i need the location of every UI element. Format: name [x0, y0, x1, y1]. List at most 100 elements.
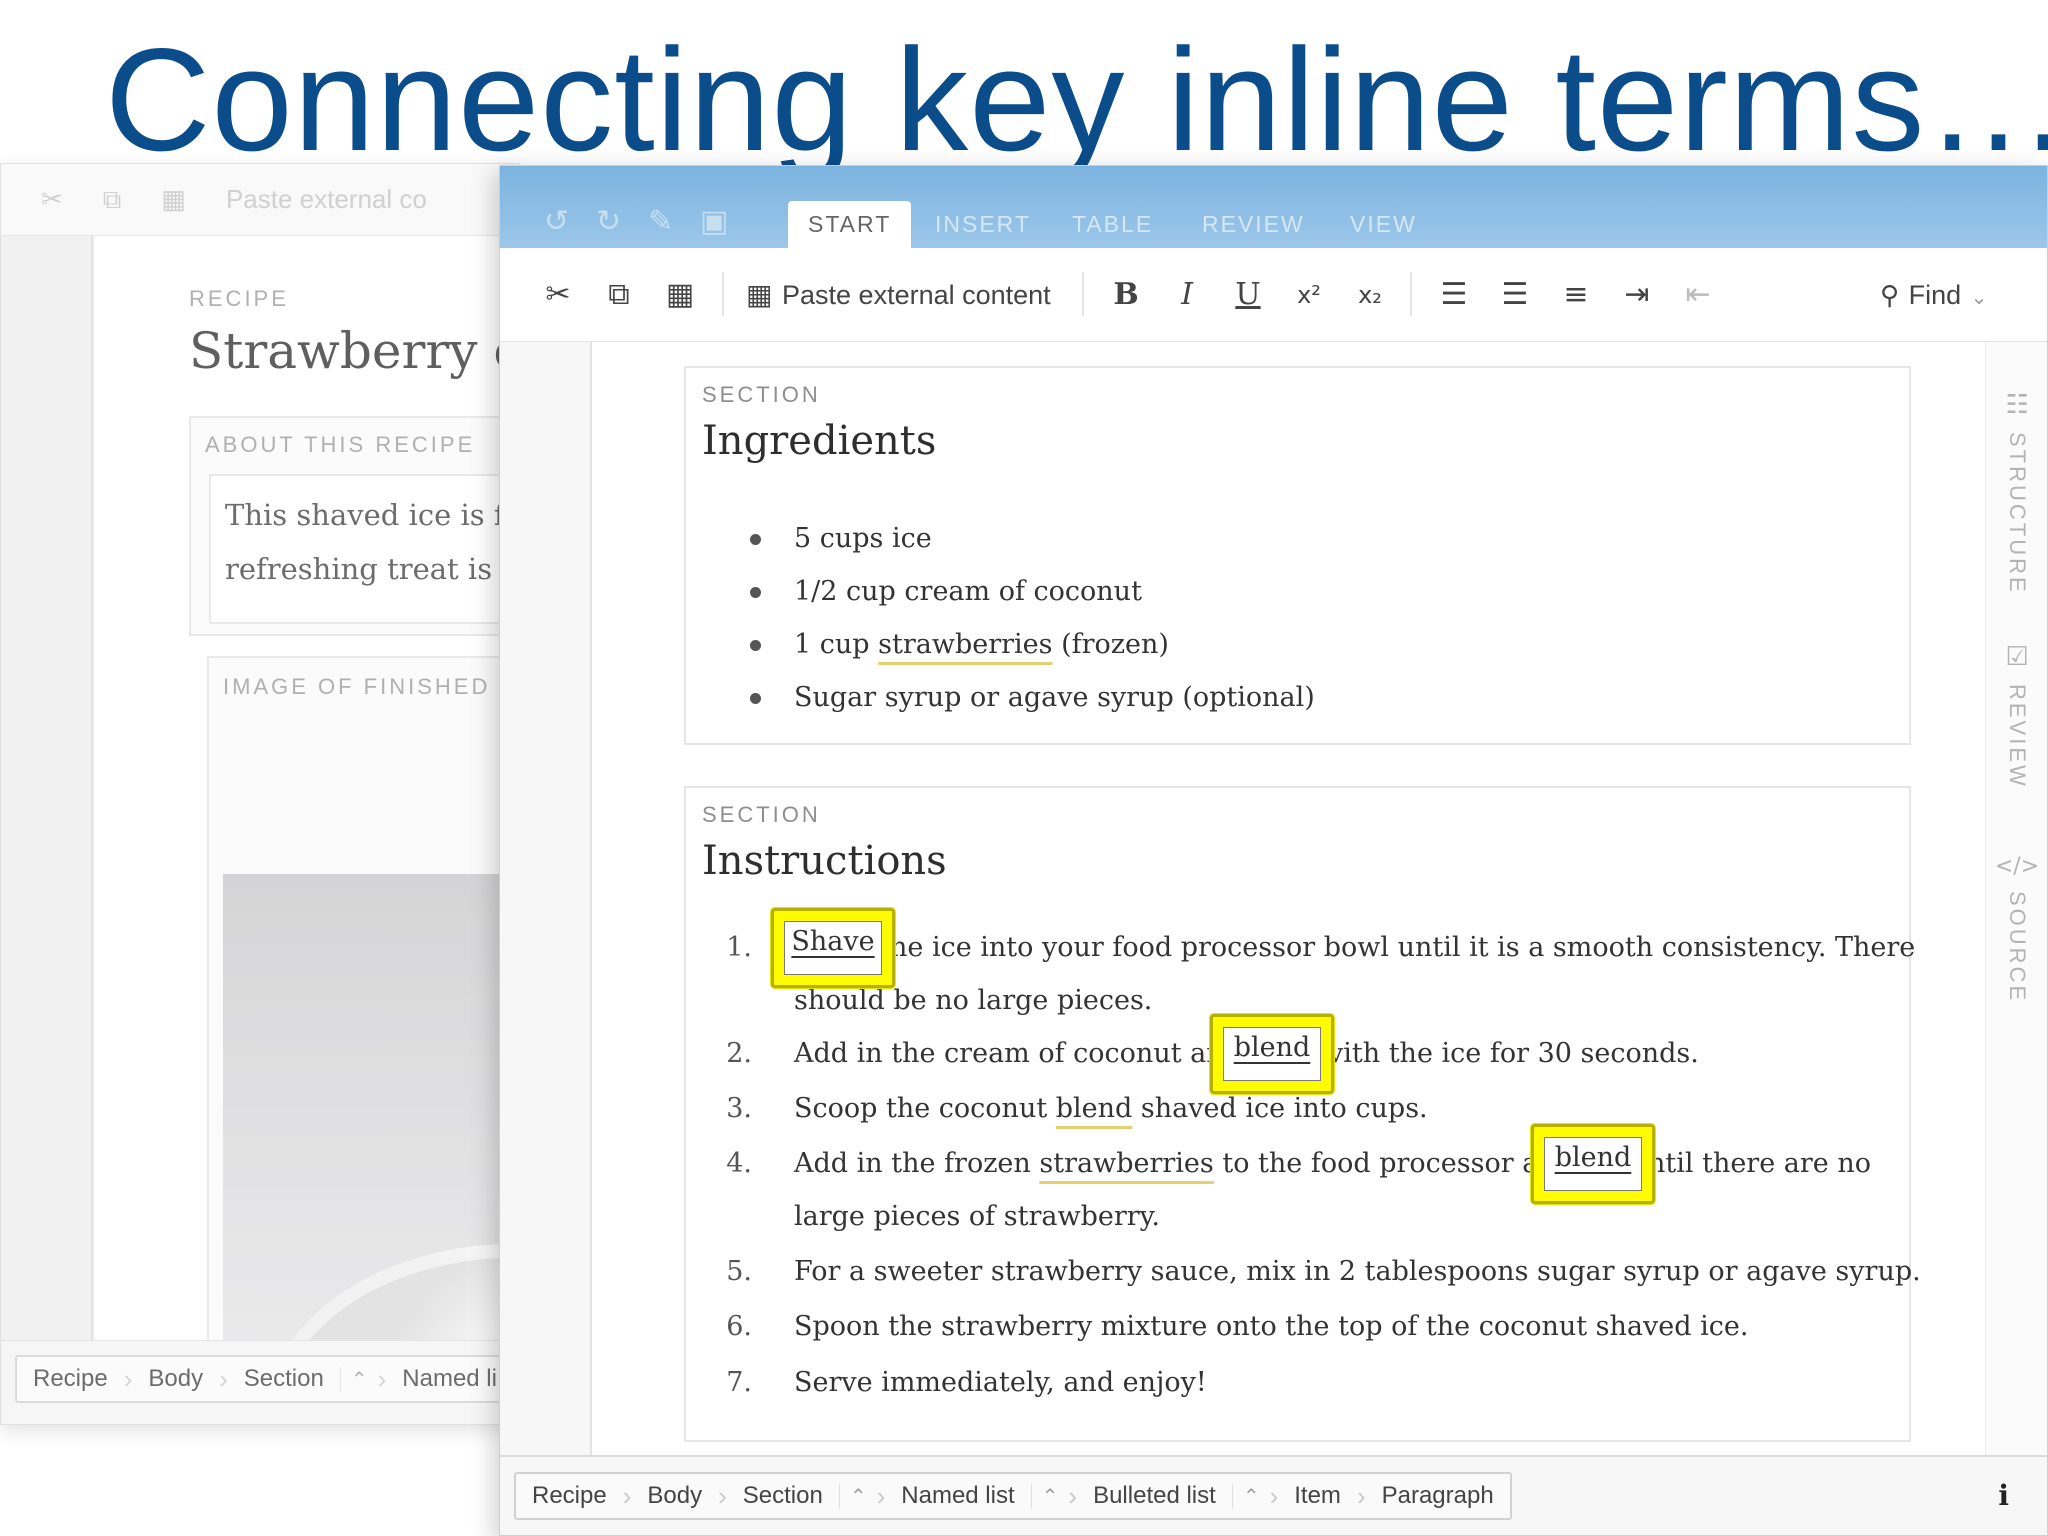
- cut-button[interactable]: ✂: [536, 275, 580, 315]
- instructions-section[interactable]: SECTION Instructions 1. he ice into your…: [684, 786, 1921, 1442]
- tab-start[interactable]: START: [788, 201, 912, 248]
- eraser-icon[interactable]: ✎: [648, 204, 673, 239]
- bg-crumb-named-list: Named li: [402, 1365, 497, 1392]
- list-item[interactable]: 1/2 cup cream of coconut: [794, 572, 1142, 612]
- crumb-recipe[interactable]: Recipe: [516, 1482, 623, 1510]
- italic-button[interactable]: I: [1165, 275, 1209, 315]
- find-button[interactable]: ⚲ Find ⌄: [1880, 275, 2010, 315]
- crumb-separator-icon: ›: [219, 1363, 228, 1394]
- checkbox-icon: ☑: [2005, 642, 2029, 672]
- paste-icon: ▦: [161, 184, 186, 214]
- crumb-section[interactable]: Section: [727, 1482, 839, 1510]
- find-label: Find: [1908, 280, 1962, 310]
- redo-icon[interactable]: ↻: [596, 204, 621, 239]
- crumb-bulleted-list[interactable]: Bulleted list: [1077, 1482, 1232, 1510]
- copy-button[interactable]: ⧉: [597, 275, 641, 315]
- formatting-toolbar: ✂ ⧉ ▦ ▦ Paste external content B I U x² …: [500, 248, 2047, 342]
- recipe-title: Strawberry co: [189, 322, 520, 380]
- bulleted-list-button[interactable]: ☰: [1432, 275, 1476, 315]
- ingredients-section[interactable]: SECTION Ingredients 5 cups ice 1/2 cup c…: [684, 366, 1911, 745]
- info-icon[interactable]: i: [1998, 1479, 2009, 1512]
- paste-external-button[interactable]: ▦ Paste external content: [746, 275, 1076, 315]
- undo-icon[interactable]: ↺: [544, 204, 569, 239]
- key-term[interactable]: strawberries: [878, 629, 1052, 660]
- side-tab-review[interactable]: ☑ REVIEW: [1986, 642, 2047, 789]
- chevron-down-icon: ⌄: [1970, 285, 1988, 309]
- crumb-paragraph[interactable]: Paragraph: [1366, 1482, 1510, 1510]
- outdent-icon: ⇤: [1685, 277, 1711, 312]
- bullet-icon: [750, 640, 761, 651]
- editor-window: ↺ ↻ ✎ ▣ START INSERT TABLE REVIEW VIEW ✂…: [499, 165, 2048, 1536]
- list-item[interactable]: For a sweeter strawberry sauce, mix in 2…: [794, 1252, 1921, 1292]
- tab-view[interactable]: VIEW: [1330, 201, 1437, 248]
- bg-crumb-body: Body: [148, 1365, 204, 1392]
- list-item[interactable]: Scoop the coconut blend shaved ice into …: [794, 1089, 1428, 1129]
- background-statusbar: Recipe › Body › Section ⌃ › Named li: [1, 1340, 519, 1424]
- background-paste-label: Paste external co: [225, 184, 427, 214]
- save-icon[interactable]: ▣: [700, 204, 728, 239]
- side-tab-source-label: SOURCE: [2005, 891, 2030, 1004]
- item-text: 1 cup: [794, 629, 879, 660]
- bold-button[interactable]: B: [1104, 275, 1148, 315]
- list-item[interactable]: Add in the cream of coconut an: [794, 1034, 1224, 1074]
- superscript-button[interactable]: x²: [1287, 275, 1331, 315]
- list-item[interactable]: Spoon the strawberry mixture onto the to…: [794, 1307, 1748, 1347]
- numbered-list-button[interactable]: ☰: [1493, 275, 1537, 315]
- step-number: 2.: [726, 1038, 752, 1069]
- paste-icon: ▦: [665, 277, 695, 312]
- list-item[interactable]: Sugar syrup or agave syrup (optional): [794, 678, 1315, 718]
- tab-insert[interactable]: INSERT: [915, 201, 1051, 248]
- align-icon: ≡: [1563, 277, 1589, 312]
- side-tab-source[interactable]: </> SOURCE: [1986, 854, 2047, 1004]
- align-button[interactable]: ≡: [1554, 275, 1598, 315]
- crumb-up-icon[interactable]: ⌃: [1231, 1483, 1270, 1509]
- key-term[interactable]: blend: [1056, 1093, 1133, 1124]
- code-icon: </>: [1994, 854, 2040, 879]
- highlighted-term-shave[interactable]: Shave: [771, 908, 895, 988]
- outdent-button[interactable]: ⇤: [1676, 275, 1720, 315]
- step-number: 7.: [726, 1367, 752, 1398]
- item-text: Add in the frozen: [794, 1148, 1040, 1179]
- list-item[interactable]: 5 cups ice: [794, 519, 932, 559]
- list-item-continuation[interactable]: large pieces of strawberry.: [794, 1197, 1160, 1237]
- scissors-icon: ✂: [545, 277, 571, 312]
- structure-icon: ☷: [2005, 390, 2029, 420]
- section-label: SECTION: [702, 382, 821, 407]
- list-item[interactable]: he ice into your food processor bowl unt…: [890, 928, 1915, 968]
- crumb-named-list[interactable]: Named list: [885, 1482, 1030, 1510]
- highlighted-term-blend[interactable]: blend: [1531, 1124, 1655, 1204]
- item-text: shaved ice into cups.: [1132, 1093, 1428, 1124]
- step-number: 3.: [726, 1093, 752, 1124]
- side-tab-review-label: REVIEW: [2005, 684, 2030, 789]
- paste-button[interactable]: ▦: [658, 275, 702, 315]
- crumb-separator-icon: ›: [1269, 1480, 1279, 1511]
- bullet-icon: [750, 693, 761, 704]
- crumb-up-icon[interactable]: ⌃: [838, 1483, 877, 1509]
- side-tab-structure[interactable]: ☷ STRUCTURE: [1986, 390, 2047, 595]
- crumb-separator-icon: ›: [123, 1363, 133, 1394]
- subscript-button[interactable]: x₂: [1348, 275, 1392, 315]
- section-title: Instructions: [702, 838, 947, 884]
- toolbar-divider: [722, 272, 724, 316]
- about-line-1: This shaved ice is fla: [225, 498, 520, 532]
- ribbon-tabbar: ↺ ↻ ✎ ▣ START INSERT TABLE REVIEW VIEW: [500, 166, 2047, 248]
- item-text: Scoop the coconut: [794, 1093, 1056, 1124]
- tab-review[interactable]: REVIEW: [1182, 201, 1325, 248]
- list-item[interactable]: ntil there are no: [1648, 1144, 1871, 1184]
- crumb-up-icon[interactable]: ⌃: [1030, 1483, 1069, 1509]
- highlighted-term-blend[interactable]: blend: [1210, 1014, 1334, 1094]
- tab-table[interactable]: TABLE: [1052, 201, 1173, 248]
- crumb-up-icon: ⌃: [339, 1366, 378, 1392]
- list-item[interactable]: 1 cup strawberries (frozen): [794, 625, 1169, 665]
- underline-button[interactable]: U: [1226, 275, 1270, 315]
- crumb-item[interactable]: Item: [1278, 1482, 1357, 1510]
- list-item[interactable]: vith the ice for 30 seconds.: [1328, 1034, 1699, 1074]
- side-tab-structure-label: STRUCTURE: [2005, 432, 2030, 595]
- indent-button[interactable]: ⇥: [1615, 275, 1659, 315]
- about-line-2: refreshing treat is su: [225, 552, 520, 586]
- list-item[interactable]: Add in the frozen strawberries to the fo…: [794, 1144, 1556, 1184]
- key-term[interactable]: strawberries: [1039, 1148, 1213, 1179]
- bulleted-list-icon: ☰: [1440, 277, 1468, 312]
- list-item[interactable]: Serve immediately, and enjoy!: [794, 1363, 1207, 1403]
- crumb-body[interactable]: Body: [631, 1482, 718, 1510]
